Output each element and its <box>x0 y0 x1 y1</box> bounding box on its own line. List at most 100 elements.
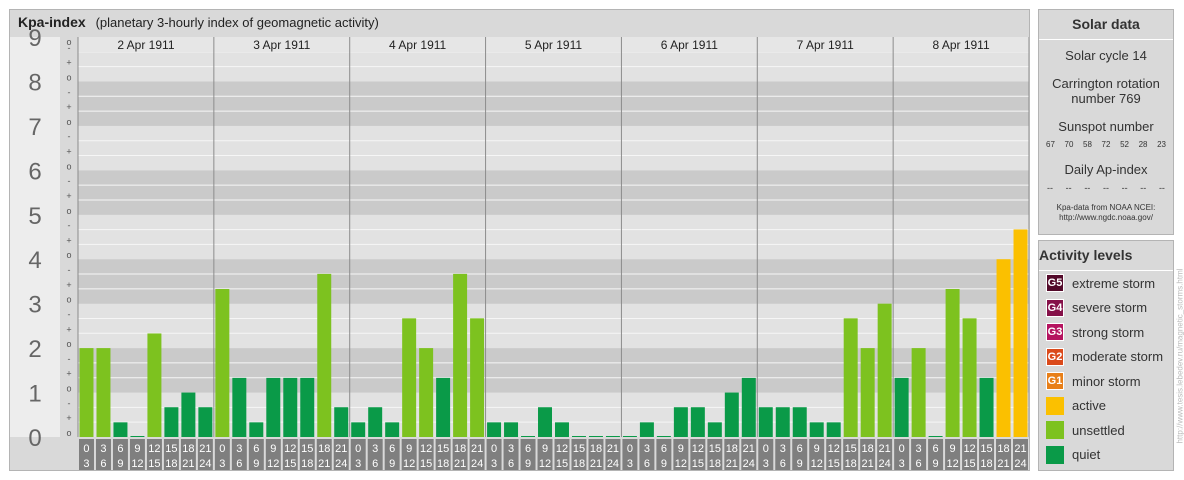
interval-start-label: 15 <box>437 443 449 455</box>
interval-end-label: 6 <box>100 458 106 470</box>
interval-end-label: 21 <box>726 458 738 470</box>
interval-start-label: 12 <box>692 443 704 455</box>
kp-bar <box>877 303 892 437</box>
sub-tick-label: o <box>66 428 71 438</box>
sub-tick-label: - <box>68 398 71 408</box>
interval-end-label: 21 <box>182 458 194 470</box>
interval-end-label: 21 <box>318 458 330 470</box>
interval-start-label: 9 <box>950 443 956 455</box>
interval-end-label: 9 <box>933 458 939 470</box>
interval-end-label: 15 <box>556 458 568 470</box>
y-tick-label: 1 <box>28 381 41 408</box>
sunspot-value: 72 <box>1101 140 1111 149</box>
y-tick-label: 7 <box>28 114 41 141</box>
kp-bar <box>843 318 858 437</box>
data-source-url[interactable]: http://www.ngdc.noaa.gov/ <box>1039 213 1173 223</box>
interval-start-label: 9 <box>270 443 276 455</box>
interval-end-label: 18 <box>165 458 177 470</box>
interval-start-label: 6 <box>525 443 531 455</box>
y-tick-label: 2 <box>28 336 41 363</box>
kp-bar <box>130 436 145 437</box>
interval-start-label: 18 <box>454 443 466 455</box>
interval-start-label: 21 <box>607 443 619 455</box>
interval-start-label: 3 <box>780 443 786 455</box>
interval-start-label: 3 <box>372 443 378 455</box>
interval-end-label: 15 <box>420 458 432 470</box>
interval-start-label: 6 <box>933 443 939 455</box>
legend-swatch: G2 <box>1046 347 1064 366</box>
kp-bar <box>181 392 196 437</box>
interval-start-label: 6 <box>253 443 259 455</box>
interval-end-label: 12 <box>131 458 143 470</box>
kp-bar <box>79 348 94 437</box>
kp-bar <box>351 422 366 437</box>
day-label: 6 Apr 1911 <box>661 38 718 52</box>
interval-end-label: 3 <box>899 458 905 470</box>
sub-tick-label: o <box>66 161 71 171</box>
interval-start-label: 9 <box>406 443 412 455</box>
solar-data-heading: Solar data <box>1039 10 1173 40</box>
y-tick-label: 0 <box>28 425 41 452</box>
kp-bar <box>368 407 383 437</box>
kp-bar <box>300 377 315 437</box>
kp-chart-panel: Kpa-index (planetary 3-hourly index of g… <box>9 9 1030 471</box>
interval-start-label: 12 <box>284 443 296 455</box>
legend-label: moderate storm <box>1072 349 1164 365</box>
kp-bar <box>690 407 705 437</box>
kp-bar <box>470 318 485 437</box>
kp-bar <box>911 348 926 437</box>
interval-end-label: 18 <box>437 458 449 470</box>
legend-label: active <box>1072 398 1106 414</box>
sub-tick-label: + <box>66 324 71 334</box>
interval-end-label: 15 <box>148 458 160 470</box>
source-watermark: http://www.tesis.lebedev.ru/magnetic_sto… <box>1176 240 1184 472</box>
kp-bar <box>792 407 807 437</box>
sub-tick-label: o <box>66 250 71 260</box>
kp-bar <box>266 377 281 437</box>
interval-start-label: 21 <box>471 443 483 455</box>
legend-swatch: G1 <box>1046 372 1064 391</box>
interval-end-label: 15 <box>828 458 840 470</box>
kp-bar <box>164 407 179 437</box>
interval-start-label: 6 <box>797 443 803 455</box>
carrington-line-2: number 769 <box>1071 91 1141 106</box>
sunspot-value: 28 <box>1138 140 1148 149</box>
legend-swatch <box>1046 445 1064 464</box>
y-tick-label: 3 <box>28 292 41 319</box>
interval-end-label: 21 <box>862 458 874 470</box>
interval-end-label: 15 <box>692 458 704 470</box>
legend-swatch <box>1046 396 1064 415</box>
kp-bar <box>419 348 434 437</box>
interval-end-label: 3 <box>83 458 89 470</box>
interval-start-label: 3 <box>644 443 650 455</box>
interval-end-label: 9 <box>525 458 531 470</box>
interval-start-label: 15 <box>709 443 721 455</box>
legend-item: G5 extreme storm <box>1039 271 1173 296</box>
sub-tick-label: + <box>66 147 71 157</box>
sub-tick-label: o <box>66 72 71 82</box>
legend-swatch: G4 <box>1046 298 1064 317</box>
interval-end-label: 18 <box>845 458 857 470</box>
kp-bar <box>334 407 349 437</box>
interval-start-label: 3 <box>916 443 922 455</box>
interval-end-label: 9 <box>389 458 395 470</box>
kp-bar <box>724 392 739 437</box>
interval-start-label: 18 <box>997 443 1009 455</box>
activity-levels-list: G5 extreme storm G4 severe storm G3 strong st… <box>1039 271 1173 467</box>
day-label: 2 Apr 1911 <box>117 38 174 52</box>
daily-ap-value: -- <box>1102 183 1109 193</box>
sub-tick-label: - <box>68 354 71 364</box>
interval-start-label: 0 <box>763 443 769 455</box>
interval-end-label: 6 <box>780 458 786 470</box>
kp-bar <box>436 377 451 437</box>
kp-bar <box>402 318 417 437</box>
kp-bar <box>317 273 332 437</box>
interval-start-label: 9 <box>542 443 548 455</box>
sunspot-value: 23 <box>1157 140 1166 149</box>
sub-tick-label: + <box>66 280 71 290</box>
sub-tick-label: + <box>66 58 71 68</box>
interval-start-label: 18 <box>726 443 738 455</box>
legend-item: G3 strong storm <box>1039 320 1173 345</box>
interval-start-label: 15 <box>573 443 585 455</box>
interval-start-label: 0 <box>627 443 633 455</box>
